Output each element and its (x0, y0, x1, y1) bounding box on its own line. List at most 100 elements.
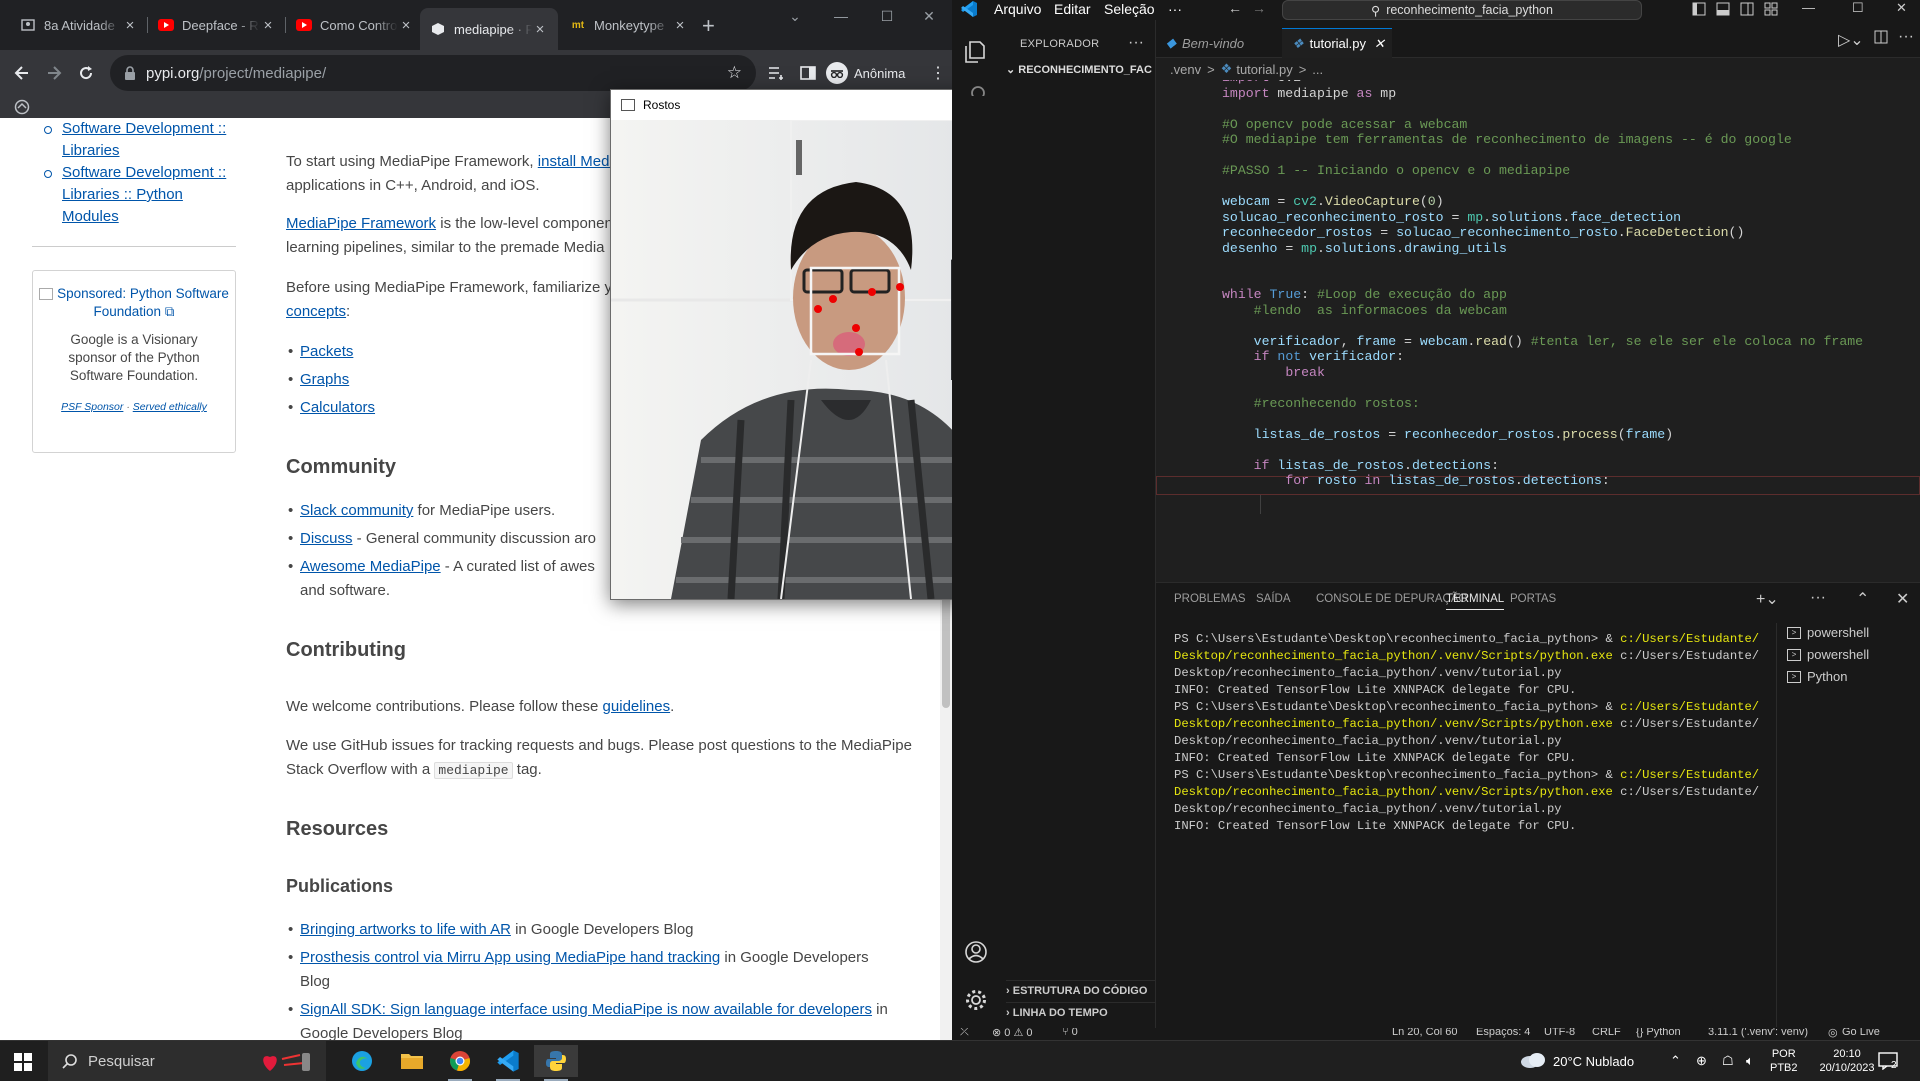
code-editor[interactable]: import cv2import mediapipe as mp#O openc… (1156, 80, 1920, 582)
menu-selecao[interactable]: Seleção (1104, 1, 1155, 17)
breadcrumb-item[interactable]: ... (1312, 62, 1323, 77)
settings-gear-icon[interactable] (964, 988, 988, 1012)
terminal-item-active[interactable]: > Python (1787, 669, 1847, 684)
menu-more[interactable]: ··· (1168, 1, 1182, 17)
psf-sponsor-link[interactable]: PSF Sponsor (61, 401, 123, 413)
back-icon[interactable] (10, 61, 34, 85)
bookmark-star-icon[interactable]: ☆ (727, 63, 742, 83)
vscode-icon[interactable] (486, 1045, 530, 1081)
browser-tab[interactable]: Deepface - Realtime Face × (148, 8, 286, 42)
clock[interactable]: 20:10 20/10/2023 (1812, 1041, 1882, 1081)
close-tab-icon[interactable]: × (398, 17, 414, 34)
search-icon[interactable] (964, 84, 988, 96)
breadcrumb-item[interactable]: .venv (1170, 62, 1201, 77)
maximize-panel-icon[interactable]: ⌃ (1856, 589, 1869, 609)
lock-icon[interactable] (124, 66, 136, 80)
new-tab-button[interactable]: + (702, 13, 715, 39)
install-link[interactable]: install Medi (538, 153, 613, 170)
close-tab-icon[interactable]: ✕ (1374, 36, 1385, 52)
editor-more-icon[interactable]: ··· (1898, 28, 1914, 46)
breadcrumb-item[interactable]: tutorial.py (1236, 62, 1292, 77)
code-line[interactable]: desenho = mp.solutions.drawing_utils (1222, 239, 1507, 258)
tab-welcome[interactable]: ◆ Bem-vindo (1156, 28, 1280, 58)
remote-icon[interactable]: ⤫ (960, 1028, 969, 1039)
tab-tutorial-py[interactable]: ❖ tutorial.py ✕ (1282, 28, 1392, 58)
explorer-more-icon[interactable]: ··· (1128, 34, 1144, 52)
close-tab-icon[interactable]: × (672, 17, 688, 34)
served-ethically-link[interactable]: Served ethically (133, 401, 207, 413)
calculators-link[interactable]: Calculators (300, 399, 375, 416)
publication-link[interactable]: Prosthesis control via Mirru App using M… (300, 949, 720, 966)
code-line[interactable]: import mediapipe as mp (1222, 84, 1396, 103)
run-python-icon[interactable]: ▷⌄ (1838, 30, 1864, 50)
menu-editar[interactable]: Editar (1054, 1, 1091, 17)
wifi-icon[interactable]: ☖ (1722, 1041, 1734, 1081)
close-panel-icon[interactable]: ✕ (1896, 589, 1909, 609)
browser-tab[interactable]: Como Controlar o Mouse × (286, 8, 424, 42)
concepts-link[interactable]: concepts (286, 303, 346, 320)
account-icon[interactable] (964, 940, 988, 964)
maximize-button[interactable]: ☐ (864, 0, 910, 32)
close-tab-icon[interactable]: × (532, 21, 548, 38)
chevron-up-icon[interactable]: ⌃ (1670, 1041, 1681, 1081)
language-indicator[interactable]: POR PTB2 (1770, 1041, 1798, 1081)
split-editor-icon[interactable] (1874, 30, 1888, 44)
toggle-sidebar-icon[interactable] (1692, 2, 1706, 16)
tab-ports[interactable]: PORTAS (1510, 593, 1556, 605)
outline-section[interactable]: › ESTRUTURA DO CÓDIGO (1006, 980, 1156, 997)
terminal-output[interactable]: PS C:\Users\Estudante\Desktop\reconhecim… (1174, 631, 1764, 835)
publication-link[interactable]: Bringing artworks to life with AR (300, 921, 511, 938)
close-window-button[interactable]: ✕ (1896, 0, 1907, 16)
tab-problems[interactable]: PROBLEMAS (1174, 593, 1246, 605)
chrome-icon[interactable] (438, 1045, 482, 1081)
status-language[interactable]: {} Python (1636, 1028, 1681, 1038)
browser-tab[interactable]: 8a Atividade × (10, 8, 148, 42)
address-bar[interactable]: pypi.org/project/mediapipe/ ☆ (110, 55, 756, 91)
status-eol[interactable]: CRLF (1592, 1028, 1621, 1038)
toggle-secondary-sidebar-icon[interactable] (1740, 2, 1754, 16)
awesome-mediapipe-link[interactable]: Awesome MediaPipe (300, 558, 441, 575)
explorer-icon[interactable] (963, 38, 987, 64)
terminal-item[interactable]: > powershell (1787, 625, 1869, 640)
reading-list-icon[interactable] (764, 61, 788, 85)
forward-icon[interactable] (42, 61, 66, 85)
code-line[interactable]: #reconhecendo rostos: (1222, 394, 1420, 413)
menu-arquivo[interactable]: Arquivo (994, 1, 1041, 17)
extension-icon[interactable] (14, 99, 30, 115)
new-terminal-icon[interactable]: +⌄ (1756, 589, 1779, 609)
side-panel-icon[interactable] (796, 61, 820, 85)
code-line[interactable]: #lendo as informacoes da webcam (1222, 301, 1507, 320)
close-tab-icon[interactable]: × (260, 17, 276, 34)
tab-search-icon[interactable]: ⌄ (772, 0, 818, 32)
python-icon[interactable] (534, 1045, 578, 1081)
edge-icon[interactable] (340, 1045, 384, 1077)
graphs-link[interactable]: Graphs (300, 371, 349, 388)
guidelines-link[interactable]: guidelines (603, 698, 671, 715)
status-errors[interactable]: ⊗ 0 ⚠ 0 (992, 1028, 1032, 1039)
code-line[interactable]: for rosto in listas_de_rostos.detections… (1222, 471, 1610, 490)
close-tab-icon[interactable]: × (122, 17, 138, 34)
status-ports[interactable]: ⑂ 0 (1062, 1028, 1078, 1038)
terminal-item[interactable]: > powershell (1787, 647, 1869, 662)
nav-back-icon[interactable]: ← (1228, 0, 1242, 16)
menu-kebab-icon[interactable]: ⋮ (926, 61, 950, 85)
packets-link[interactable]: Packets (300, 343, 353, 360)
minimize-button[interactable]: — (1802, 0, 1815, 15)
publication-link[interactable]: SignAll SDK: Sign language interface usi… (300, 1001, 872, 1018)
code-line[interactable]: listas_de_rostos = reconhecedor_rostos.p… (1222, 425, 1674, 444)
reload-icon[interactable] (74, 61, 98, 85)
discuss-link[interactable]: Discuss (300, 530, 353, 547)
code-line[interactable]: #PASSO 1 -- Iniciando o opencv e o media… (1222, 161, 1570, 180)
minimize-button[interactable]: — (818, 0, 864, 32)
tab-terminal[interactable]: TERMINAL (1446, 593, 1505, 610)
status-position[interactable]: Ln 20, Col 60 (1392, 1028, 1457, 1038)
windows-start-icon[interactable] (14, 1053, 32, 1071)
code-line[interactable]: break (1222, 363, 1325, 382)
incognito-indicator[interactable]: Anônima (826, 58, 905, 88)
browser-tab-active[interactable]: mediapipe · PyPI × (420, 8, 558, 50)
close-window-button[interactable]: ✕ (906, 0, 952, 32)
weather-icon[interactable] (1520, 1051, 1546, 1069)
file-explorer-icon[interactable] (390, 1045, 434, 1077)
mediapipe-framework-link[interactable]: MediaPipe Framework (286, 215, 436, 232)
status-encoding[interactable]: UTF-8 (1544, 1028, 1575, 1038)
